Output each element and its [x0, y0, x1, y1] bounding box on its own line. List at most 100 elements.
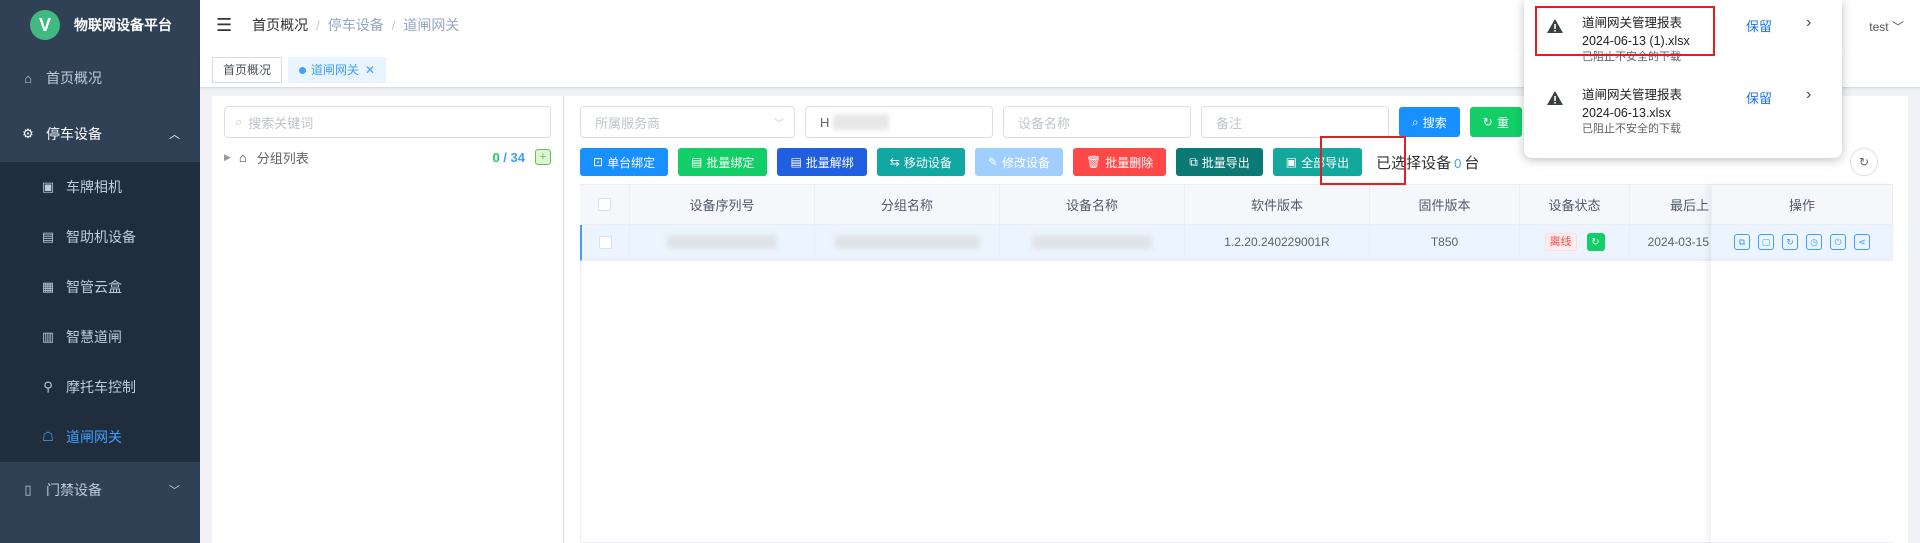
sidebar: V 物联网设备平台 ⌂ 首页概况 ⚙ 停车设备 ︿ ▣ 车牌相机 ▤ 智助机设备…	[0, 0, 200, 543]
actions-cell: ⧉ ▢ ↻ ◷ ⏻ ⋖	[1712, 225, 1893, 260]
download-item[interactable]: 道闸网关管理报表 2024-06-13 (1).xlsx 已阻止不安全的下载 保…	[1524, 8, 1842, 80]
kiosk-icon: ▤	[41, 229, 55, 244]
serial-input[interactable]: H	[805, 106, 993, 138]
device-name-input[interactable]: 设备名称	[1003, 106, 1191, 138]
sidebar-item-label: 摩托车控制	[66, 379, 136, 395]
bind-icon: ⊡	[593, 155, 604, 169]
status-badge: 离线	[1544, 233, 1577, 251]
keep-button[interactable]: 保留	[1746, 16, 1772, 35]
button-label: 批量绑定	[706, 155, 755, 170]
single-bind-button[interactable]: ⊡ 单台绑定	[580, 148, 669, 176]
column-header[interactable]: 设备状态	[1520, 185, 1630, 225]
sidebar-item-gateway[interactable]: ☖ 道闸网关	[0, 412, 200, 462]
status-refresh-icon[interactable]: ↻	[1586, 233, 1605, 251]
download-name: 道闸网关管理报表	[1582, 88, 1683, 102]
tag-label: 首页概况	[223, 63, 272, 77]
download-name: 道闸网关管理报表	[1582, 16, 1683, 30]
sidebar-item-plate-camera[interactable]: ▣ 车牌相机	[0, 162, 200, 212]
sidebar-item-home[interactable]: ⌂ 首页概况	[0, 50, 200, 106]
column-header[interactable]: 软件版本	[1185, 185, 1370, 225]
chevron-down-icon: ﹀	[1891, 20, 1904, 34]
keep-button[interactable]: 保留	[1746, 88, 1772, 107]
edit-device-button[interactable]: ✎ 修改设备	[974, 148, 1063, 176]
edit-icon: ✎	[987, 155, 998, 169]
redacted-text	[833, 114, 890, 130]
count-total: 34	[510, 149, 525, 165]
batch-bind-button[interactable]: ▤ 批量绑定	[678, 148, 768, 176]
sidebar-item-smart-barrier[interactable]: ▥ 智慧道闸	[0, 312, 200, 362]
column-header[interactable]: 固件版本	[1370, 185, 1520, 225]
sidebar-item-label: 智管云盒	[66, 279, 122, 295]
sidebar-item-label: 道闸网关	[66, 429, 122, 445]
search-icon: ⌕	[235, 114, 243, 129]
keyword-search-input[interactable]: ⌕ 搜索关键词	[224, 106, 551, 138]
column-header[interactable]: 最后上	[1630, 185, 1712, 225]
breadcrumb-separator: /	[391, 17, 396, 33]
device-name-placeholder: 设备名称	[1018, 115, 1071, 131]
warning-icon	[1547, 19, 1563, 33]
share-icon[interactable]: ⋖	[1854, 234, 1870, 250]
redacted-text	[1032, 235, 1152, 249]
provider-select[interactable]: 所属服务商 ﹀	[580, 106, 795, 138]
column-header[interactable]: 分组名称	[815, 185, 1000, 225]
device-icon[interactable]: ▢	[1758, 234, 1774, 250]
hamburger-icon[interactable]: ☰	[216, 15, 232, 36]
device-panel: 所属服务商 ﹀ H 设备名称 备注 ⌕ 搜索 ↻ 重 ⊡ 单台绑定 ▤ 批量绑定 ▤ 批量…	[565, 96, 1908, 543]
download-item[interactable]: 道闸网关管理报表 2024-06-13.xlsx 已阻止不安全的下载 保留 ›	[1524, 80, 1842, 152]
user-menu[interactable]: test ﹀	[1869, 18, 1904, 35]
export-all-button[interactable]: ▣ 全部导出	[1272, 148, 1363, 176]
firmware-version-cell: T850	[1370, 225, 1520, 260]
chevron-right-icon[interactable]: ›	[1806, 86, 1811, 104]
sync-icon[interactable]: ↻	[1782, 234, 1798, 250]
select-all-checkbox[interactable]	[598, 198, 611, 211]
app-logo[interactable]: V 物联网设备平台	[0, 0, 200, 50]
breadcrumb-home[interactable]: 首页概况	[252, 15, 308, 35]
sidebar-item-parking-devices[interactable]: ⚙ 停车设备 ︿	[0, 106, 200, 162]
tag-gateway[interactable]: 道闸网关 ✕	[288, 57, 387, 83]
sidebar-item-cloud-box[interactable]: ▦ 智管云盒	[0, 262, 200, 312]
header-checkbox-cell	[580, 185, 630, 225]
row-checkbox-cell	[582, 225, 630, 260]
button-label: 批量导出	[1201, 155, 1250, 170]
chevron-right-icon[interactable]: ›	[1806, 14, 1811, 32]
button-label: 移动设备	[903, 155, 952, 170]
refresh-icon[interactable]: ↻	[1850, 148, 1878, 176]
export-icon: ▣	[1285, 155, 1298, 169]
active-dot-icon	[299, 67, 307, 74]
tree-root[interactable]: ▶ ⌂ 分组列表 0 / 34 +	[224, 142, 551, 172]
caret-right-icon[interactable]: ▶	[224, 152, 231, 163]
batch-unbind-button[interactable]: ▤ 批量解绑	[777, 148, 867, 176]
column-header[interactable]: 设备名称	[1000, 185, 1185, 225]
sidebar-item-kiosk[interactable]: ▤ 智助机设备	[0, 212, 200, 262]
sidebar-item-motorcycle[interactable]: ⚲ 摩托车控制	[0, 362, 200, 412]
close-icon[interactable]: ✕	[365, 63, 375, 77]
table-row[interactable]: 1.2.20.240229001R T850 离线 ↻ 2024-03-15 ⧉…	[580, 225, 1893, 261]
camera-icon: ▣	[41, 179, 55, 194]
search-button[interactable]: ⌕ 搜索	[1399, 107, 1460, 137]
table-body-empty	[580, 261, 1893, 543]
move-device-button[interactable]: ⇆ 移动设备	[876, 148, 965, 176]
selected-suffix: 台	[1464, 154, 1480, 172]
button-label: 批量删除	[1105, 155, 1154, 170]
batch-delete-button[interactable]: 🗑 批量删除	[1072, 148, 1167, 176]
batch-export-button[interactable]: ⧉ 批量导出	[1176, 148, 1263, 176]
copy-icon[interactable]: ⧉	[1734, 234, 1750, 250]
tag-home[interactable]: 首页概况	[212, 57, 283, 83]
tag-label: 道闸网关	[311, 63, 360, 77]
search-placeholder: 搜索关键词	[248, 115, 314, 131]
redacted-text	[834, 235, 980, 249]
remark-input[interactable]: 备注	[1201, 106, 1389, 138]
reset-button[interactable]: ↻ 重	[1469, 107, 1522, 137]
clock-icon[interactable]: ◷	[1806, 234, 1822, 250]
status-cell: 离线 ↻	[1520, 225, 1630, 260]
add-group-icon[interactable]: +	[535, 149, 551, 165]
sidebar-item-access-control[interactable]: ▯ 门禁设备 ﹀	[0, 462, 200, 518]
devices-icon: ⚙	[22, 126, 34, 141]
search-icon: ⌕	[1412, 114, 1419, 129]
count-selected: 0	[492, 149, 500, 165]
column-header[interactable]: 设备序列号	[630, 185, 815, 225]
row-checkbox[interactable]	[599, 235, 612, 249]
breadcrumb-separator: /	[316, 17, 320, 33]
tree-count: 0 / 34	[492, 150, 525, 165]
power-icon[interactable]: ⏻	[1830, 234, 1846, 250]
